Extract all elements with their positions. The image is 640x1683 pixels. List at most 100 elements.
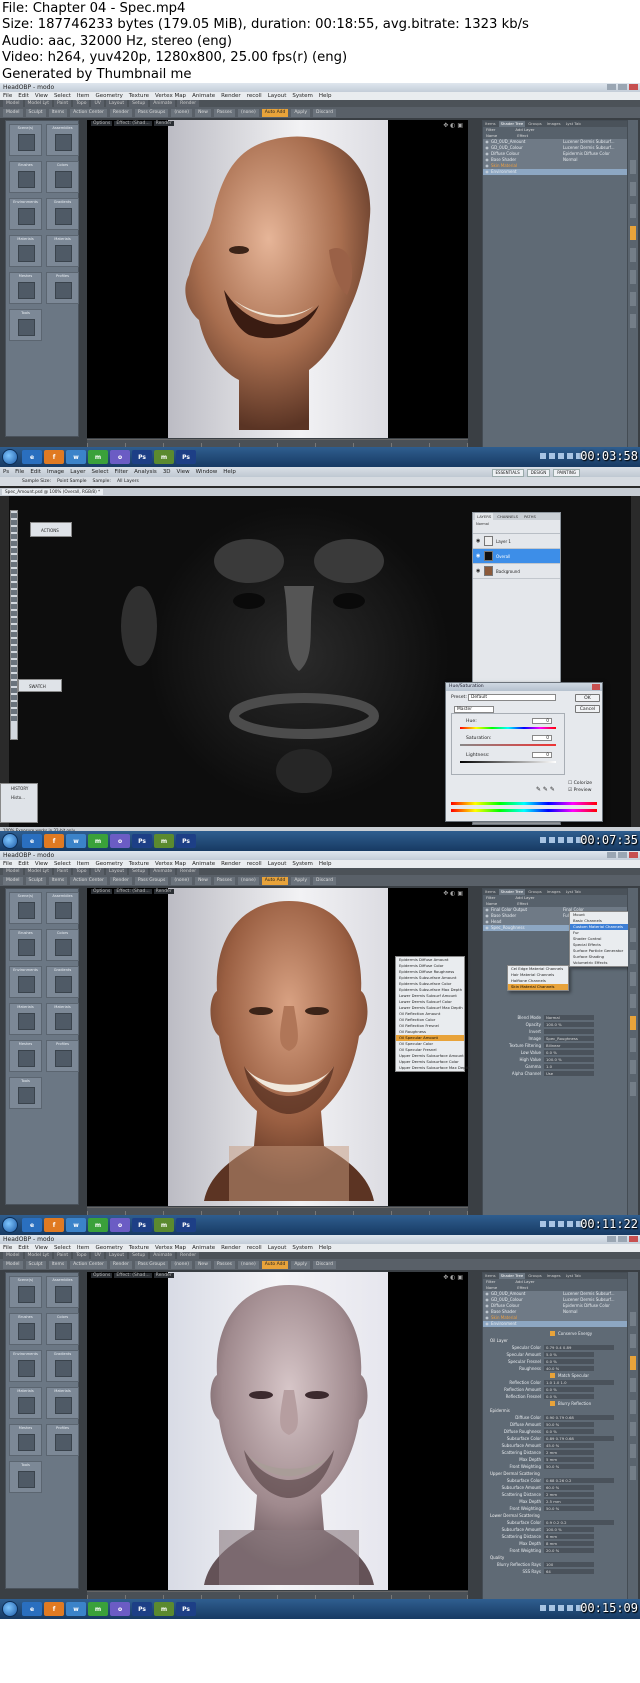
menu-item[interactable]: Texture [129,1244,149,1252]
layer-row[interactable]: ◉ Layer 1 [473,534,560,549]
ps-menu-item[interactable]: Window [196,467,218,477]
preset-tile[interactable]: Profiles [46,1424,79,1456]
side-tab[interactable] [630,1312,636,1326]
property-value-field[interactable]: Normal [544,1015,594,1020]
layout-tab[interactable]: Layout [105,100,128,107]
layers-panel-tab[interactable]: PATHS [522,513,538,520]
hue-value[interactable]: 0 [532,718,552,724]
property-value-field[interactable]: Bilinear [544,1043,594,1048]
property-checkbox[interactable] [550,1401,555,1406]
property-value-field[interactable]: 0.9 0.2 0.2 [544,1520,614,1525]
hue-slider[interactable] [460,727,556,729]
visibility-eye-icon[interactable]: ◉ [483,925,491,931]
layout-tab[interactable]: Model Lyt [24,868,52,875]
side-tab[interactable] [630,270,636,284]
start-button[interactable] [2,833,18,849]
preset-tile[interactable]: Environments [9,1350,42,1382]
menu-item[interactable]: Item [77,92,90,100]
layout-tab[interactable]: Layout [105,1252,128,1259]
toolbar-none1-button[interactable]: (none) [171,1260,193,1269]
property-value-field[interactable] [544,1029,594,1034]
property-value-field[interactable]: 50.0 % [544,1422,594,1427]
property-checkbox[interactable] [550,1373,555,1378]
layout-tab[interactable]: Setup [129,100,149,107]
taskbar-app-button[interactable]: w [66,1218,86,1232]
menu-item[interactable]: Geometry [95,860,122,868]
menu-item[interactable]: Vertex Map [155,1244,186,1252]
preset-tile[interactable]: Brushes [9,929,42,961]
preset-tile[interactable]: Gradients [46,198,79,230]
taskbar-app-button[interactable]: o [110,450,130,464]
menu-item[interactable]: Help [319,92,332,100]
menu-item[interactable]: Item [77,1244,90,1252]
layer-visibility-icon[interactable]: ◉ [476,538,481,544]
toolbar-none1-button[interactable]: (none) [171,876,193,885]
3d-viewport[interactable]: Options Effect: (Shad... Render ✥ ◐ ▣ Epid… [87,888,469,1206]
property-value-field[interactable]: Use [544,1071,594,1076]
preset-tile[interactable]: Meshes [9,1424,42,1456]
preset-tile[interactable]: Materials [9,1387,42,1419]
layer-row[interactable]: ◉ Overall [473,549,560,564]
system-tray-icons[interactable] [540,1605,582,1611]
ps-menu-item[interactable]: Help [223,467,236,477]
menu-item[interactable]: Select [54,92,71,100]
menu-item[interactable]: Layout [268,1244,287,1252]
preset-tile[interactable]: Profiles [46,272,79,304]
taskbar-app-button[interactable]: f [44,450,64,464]
property-value-field[interactable]: 0.0 % [544,1429,594,1434]
toolbar-none2-button[interactable]: (none) [237,876,259,885]
layout-tab[interactable]: Topo [73,1252,90,1259]
toolbar-sculpt-button[interactable]: Sculpt [25,108,46,117]
ok-button[interactable]: OK [575,694,600,702]
menu-item[interactable]: Render [221,92,241,100]
property-value-field[interactable]: 100.0 % [544,1057,594,1062]
toolbar-none2-button[interactable]: (none) [237,1260,259,1269]
taskbar-app-button[interactable]: m [154,1218,174,1232]
menu-item[interactable]: Render [221,860,241,868]
preset-tile[interactable]: Colors [46,929,79,961]
layout-tab[interactable]: Animate [150,100,176,107]
layout-tab[interactable]: Animate [150,868,176,875]
ps-menu-item[interactable]: Filter [115,467,129,477]
viewport-controls-icon[interactable]: ✥ ◐ ▣ [443,890,463,897]
property-value-field[interactable]: 100 [544,1562,594,1567]
taskbar-app-button[interactable]: f [44,834,64,848]
side-tab[interactable] [630,1060,636,1074]
preset-tile[interactable]: Profiles [46,1040,79,1072]
menu-item[interactable]: Geometry [95,92,122,100]
taskbar-app-button[interactable]: o [110,1218,130,1232]
layout-tab[interactable]: Topo [73,100,90,107]
side-tab[interactable] [630,994,636,1008]
preset-tile[interactable]: Colors [46,161,79,193]
ps-menu-item[interactable]: Ps [3,467,9,477]
property-value-field[interactable]: 0.0 % [544,1359,594,1364]
shader-panel-tab[interactable]: Lyst Tab [564,889,583,895]
taskbar-app-button[interactable]: f [44,1218,64,1232]
toolbar-items-button[interactable]: Items [48,876,68,885]
menu-item[interactable]: Render [221,1244,241,1252]
layout-tab[interactable]: UV [91,868,104,875]
preview-checkbox[interactable]: ☑ Preview [568,788,591,793]
menu-item[interactable]: Help [319,1244,332,1252]
taskbar-app-button[interactable]: m [88,1602,108,1616]
ps-menu-item[interactable]: Image [47,467,64,477]
layout-tab[interactable]: Paint [53,868,72,875]
toolbar-auto-add-button[interactable]: Auto Add [261,1260,289,1269]
taskbar-app-button[interactable]: Ps [132,1218,152,1232]
layer-row[interactable]: ◉ Background [473,564,560,579]
menu-item[interactable]: Edit [18,860,29,868]
options-bar-item[interactable]: Sample: [93,477,111,486]
menu-item[interactable]: recoll [247,860,262,868]
toolbar-pass-groups-button[interactable]: Pass Groups [134,1260,169,1269]
ps-menu-item[interactable]: 3D [163,467,171,477]
preset-tile[interactable]: Tools [9,1077,42,1109]
ps-menu-item[interactable]: File [15,467,24,477]
menu-item[interactable]: Select [54,1244,71,1252]
property-value-field[interactable]: 50.0 % [544,1464,594,1469]
viewport-tab[interactable]: Effect: (Shad... [114,889,152,894]
side-tab[interactable] [630,1422,636,1436]
toolbar-new-button[interactable]: New [195,876,211,885]
ps-menu-item[interactable]: Analysis [134,467,157,477]
system-tray-icons[interactable] [540,1221,582,1227]
system-tray-icons[interactable] [540,453,582,459]
